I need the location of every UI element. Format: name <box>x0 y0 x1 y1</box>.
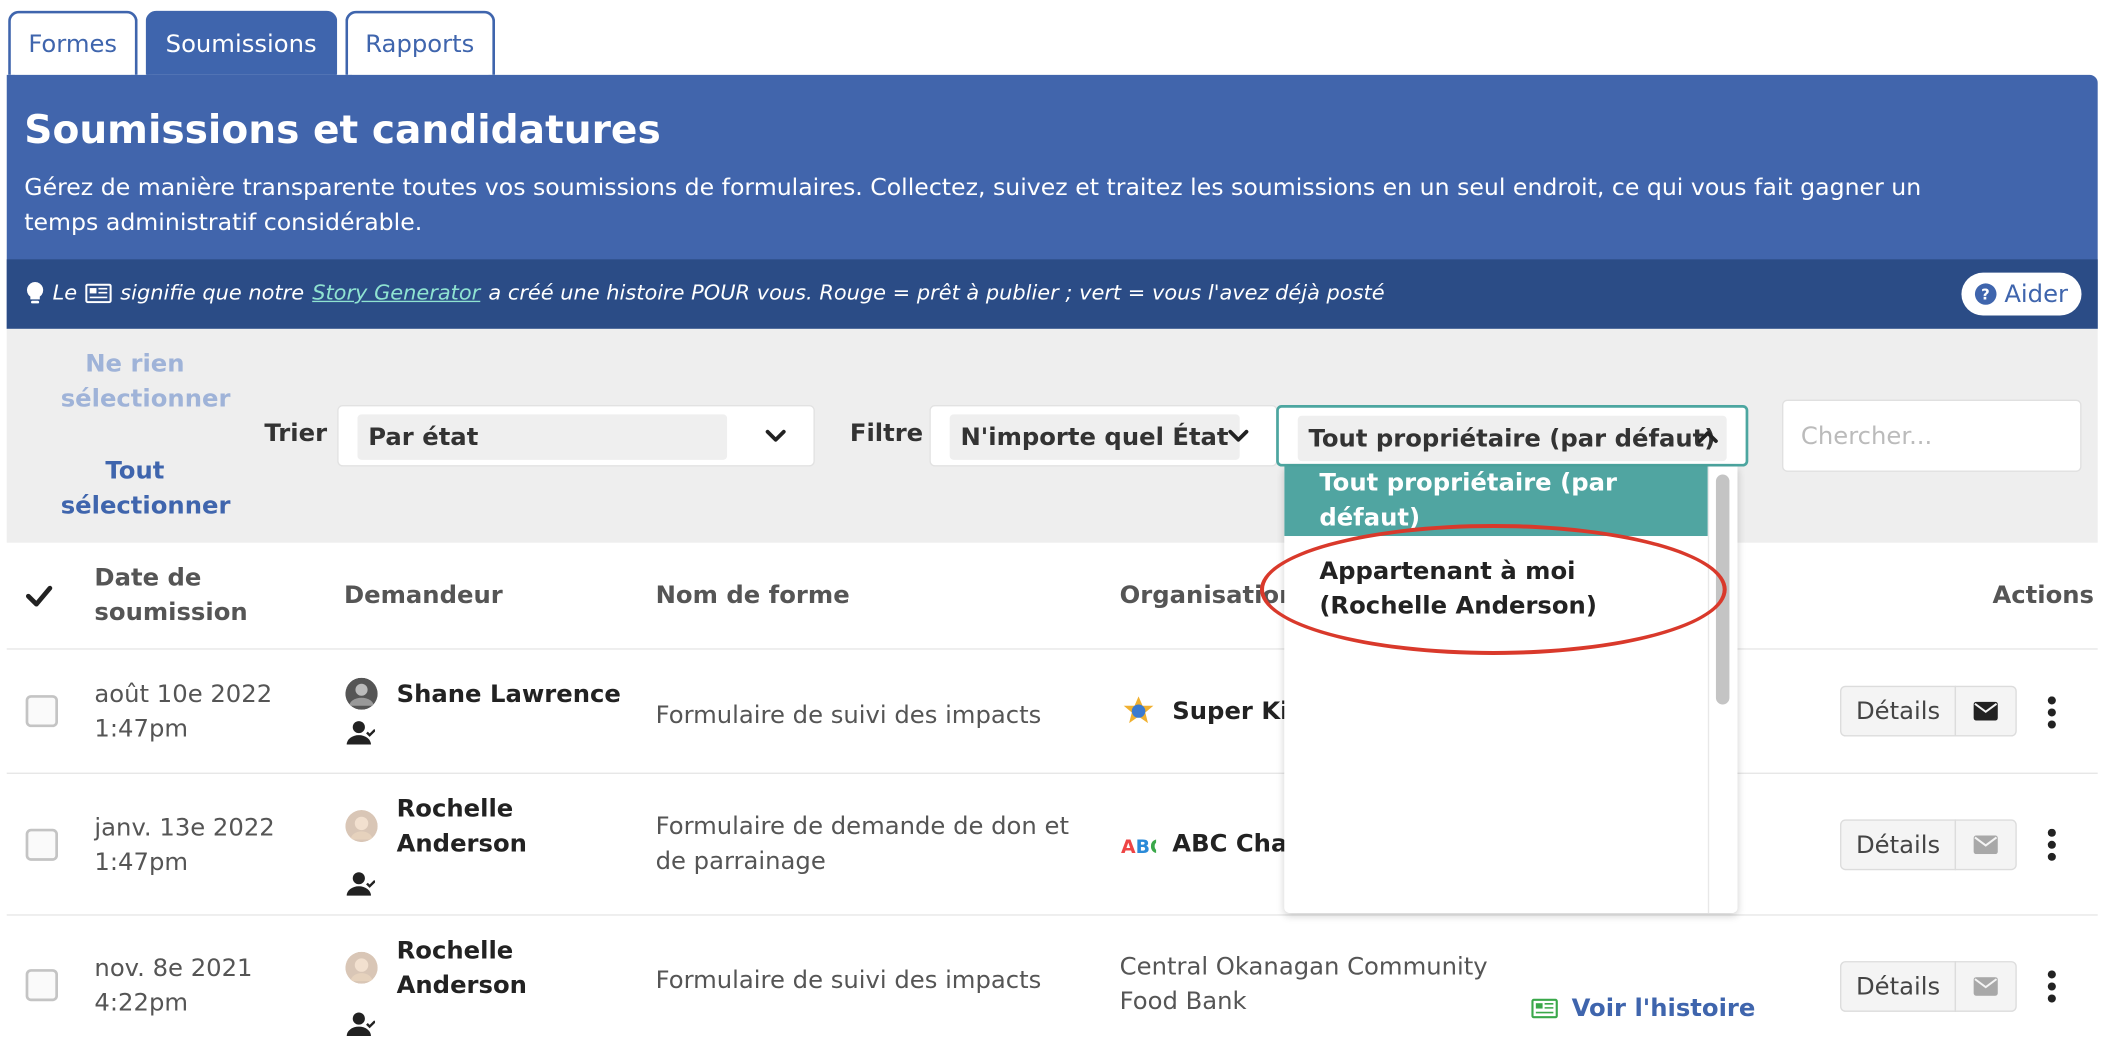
view-story-link[interactable]: Voir l'histoire <box>1531 995 1755 1023</box>
table-row: janv. 13e 2022 1:47pm Rochelle Anderson … <box>6 774 2098 916</box>
tab-rapports[interactable]: Rapports <box>344 10 495 75</box>
svg-text:ABC: ABC <box>1121 837 1156 858</box>
row-checkbox[interactable] <box>25 695 59 728</box>
avatar <box>345 951 378 984</box>
select-none-link[interactable]: Ne rien sélectionner <box>61 348 231 418</box>
applicant-last-name[interactable]: Anderson <box>397 969 527 1004</box>
envelope-icon <box>1973 701 1998 721</box>
submission-time: 1:47pm <box>94 848 189 877</box>
col-actions: Actions <box>1992 581 2095 610</box>
applicant-first-name[interactable]: Rochelle <box>397 934 514 969</box>
filter-toolbar: Ne rien sélectionner Tout sélectionner T… <box>6 328 2098 543</box>
user-assign-icon[interactable] <box>345 719 376 746</box>
question-icon: ? <box>1974 283 1997 305</box>
org-logo-icon <box>1123 696 1154 724</box>
help-label: Aider <box>2004 280 2069 309</box>
filter-label: Filtre <box>849 419 924 448</box>
owner-filter-select[interactable]: Tout propriétaire (par défaut) <box>1276 405 1749 467</box>
lightbulb-icon <box>26 282 44 304</box>
tab-formes[interactable]: Formes <box>8 10 138 75</box>
details-button[interactable]: Détails <box>1840 961 1957 1012</box>
annotation-highlight-ellipse <box>1259 523 1727 655</box>
table-row: août 10e 2022 1:47pm Shane Lawrence Form… <box>6 650 2098 774</box>
newspaper-icon <box>85 283 112 303</box>
status-filter-value: N'importe quel État <box>949 414 1240 460</box>
more-options-icon[interactable] <box>2046 696 2057 729</box>
owner-filter-value: Tout propriétaire (par défaut) <box>1297 415 1727 462</box>
page-header: Soumissions et candidatures Gérez de man… <box>6 74 2098 329</box>
col-applicant[interactable]: Demandeur <box>344 579 503 614</box>
applicant-first-name[interactable]: Rochelle <box>397 793 514 828</box>
form-name[interactable]: Formulaire de suivi des impacts <box>656 699 1042 734</box>
submission-date: nov. 8e 2021 <box>94 954 253 983</box>
help-button[interactable]: ? Aider <box>1961 272 2082 316</box>
form-name-line1[interactable]: Formulaire de demande de don et <box>656 810 1069 845</box>
submission-time: 4:22pm <box>94 989 189 1018</box>
select-all-link[interactable]: Tout sélectionner <box>61 454 231 524</box>
sort-label: Trier <box>264 419 328 448</box>
row-checkbox[interactable] <box>25 969 59 1002</box>
avatar <box>345 677 378 710</box>
view-story-label: Voir l'histoire <box>1571 994 1756 1023</box>
applicant-name[interactable]: Shane Lawrence <box>397 678 621 713</box>
chevron-up-icon <box>1697 431 1718 443</box>
chevron-down-icon <box>1228 429 1249 442</box>
applicant-last-name[interactable]: Anderson <box>397 827 527 862</box>
story-note: Le signifie que notre Story Generator a … <box>26 281 1385 305</box>
avatar <box>345 810 378 843</box>
email-button[interactable] <box>1954 961 2017 1012</box>
submission-date: janv. 13e 2022 <box>94 814 275 843</box>
org-name-line1[interactable]: Central Okanagan Community <box>1120 950 1488 985</box>
more-options-icon[interactable] <box>2046 828 2057 861</box>
details-button[interactable]: Détails <box>1840 685 1957 737</box>
sort-select[interactable]: Par état <box>337 405 815 467</box>
org-name-line2[interactable]: Food Bank <box>1120 985 1247 1020</box>
email-button[interactable] <box>1954 685 2017 737</box>
newspaper-icon <box>1531 998 1558 1019</box>
note-middle: signifie que notre <box>120 280 305 305</box>
sort-select-value: Par état <box>357 414 728 460</box>
email-button[interactable] <box>1954 819 2017 871</box>
user-assign-icon[interactable] <box>345 1011 376 1038</box>
details-button[interactable]: Détails <box>1840 819 1957 871</box>
page-description: Gérez de manière transparente toutes vos… <box>24 175 1922 237</box>
submission-date: août 10e 2022 <box>94 680 273 709</box>
form-name-line2[interactable]: de parrainage <box>656 845 826 880</box>
dropdown-scrollbar[interactable] <box>1707 466 1738 913</box>
story-generator-link[interactable]: Story Generator <box>312 281 480 305</box>
col-form-name[interactable]: Nom de forme <box>656 579 850 614</box>
tab-bar: Formes Soumissions Rapports <box>8 10 495 75</box>
search-input[interactable]: Chercher... <box>1782 399 2082 472</box>
note-suffix: a créé une histoire POUR vous. Rouge = p… <box>488 280 1385 305</box>
page-title: Soumissions et candidatures <box>24 106 661 153</box>
story-note-bar: Le signifie que notre Story Generator a … <box>6 259 2098 329</box>
chevron-down-icon <box>765 429 786 442</box>
submission-time: 1:47pm <box>94 715 189 744</box>
user-assign-icon[interactable] <box>345 870 376 897</box>
more-options-icon[interactable] <box>2046 970 2057 1003</box>
envelope-icon <box>1973 977 1998 996</box>
col-date[interactable]: Date de soumission <box>94 561 256 631</box>
envelope-icon <box>1973 835 1998 855</box>
select-all-check-icon[interactable] <box>25 583 53 610</box>
note-prefix: Le <box>52 280 78 305</box>
status-filter-select[interactable]: N'importe quel État <box>929 405 1278 467</box>
org-logo-icon: ABC <box>1121 837 1156 858</box>
table-row: nov. 8e 2021 4:22pm Rochelle Anderson Fo… <box>7 916 2098 1056</box>
tab-soumissions[interactable]: Soumissions <box>145 10 337 75</box>
form-name[interactable]: Formulaire de suivi des impacts <box>656 964 1042 999</box>
table-header: Date de soumission Demandeur Nom de form… <box>6 543 2098 650</box>
row-checkbox[interactable] <box>25 828 59 861</box>
